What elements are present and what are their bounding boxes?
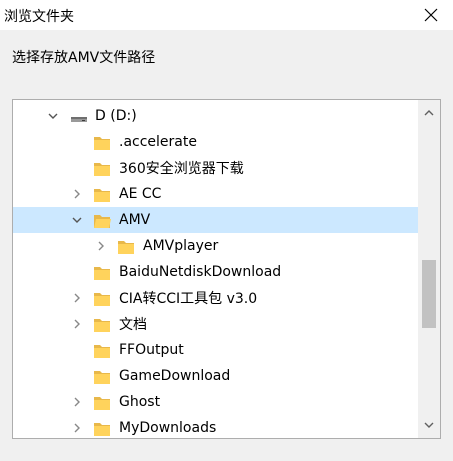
tree-item-360-download[interactable]: 360安全浏览器下载 <box>13 155 418 181</box>
dialog-prompt: 选择存放AMV文件路径 <box>12 50 156 66</box>
close-icon <box>424 8 438 22</box>
tree-item-gamedownload[interactable]: GameDownload <box>13 363 418 389</box>
close-button[interactable] <box>409 0 453 30</box>
folder-icon <box>117 237 135 255</box>
folder-icon <box>93 159 111 177</box>
folder-icon <box>93 133 111 151</box>
folder-open-icon <box>93 211 111 229</box>
folder-icon <box>93 185 111 203</box>
tree-item-label: BaiduNetdiskDownload <box>119 264 282 280</box>
tree-item-label: FFOutput <box>119 342 184 358</box>
chevron-down-icon[interactable] <box>71 214 83 226</box>
tree-item-ae-cc[interactable]: AE CC <box>13 181 418 207</box>
tree-item-documents[interactable]: 文档 <box>13 311 418 337</box>
drive-icon <box>69 108 87 126</box>
chevron-up-icon <box>424 110 434 116</box>
folder-icon <box>93 289 111 307</box>
tree-item-label: 文档 <box>119 317 147 333</box>
tree-item-label: MyDownloads <box>119 420 217 436</box>
tree-item-label: .accelerate <box>119 134 197 150</box>
title-bar: 浏览文件夹 <box>0 0 453 30</box>
tree-item-drive-d[interactable]: D (D:) <box>13 103 418 129</box>
browse-folder-dialog: 浏览文件夹 选择存放AMV文件路径 D (D:) .accelerate 360… <box>0 0 453 461</box>
chevron-right-icon[interactable] <box>71 188 83 200</box>
scrollbar-thumb[interactable] <box>422 260 436 328</box>
window-title: 浏览文件夹 <box>4 9 74 25</box>
tree-item-cia-cci-tools[interactable]: CIA转CCI工具包 v3.0 <box>13 285 418 311</box>
tree-item-mydownloads[interactable]: MyDownloads <box>13 415 418 438</box>
tree-item-accelerate[interactable]: .accelerate <box>13 129 418 155</box>
scroll-up-button[interactable] <box>418 104 440 122</box>
folder-icon <box>93 367 111 385</box>
folder-icon <box>93 263 111 281</box>
tree-item-ghost[interactable]: Ghost <box>13 389 418 415</box>
tree-item-baidunetdiskdownload[interactable]: BaiduNetdiskDownload <box>13 259 418 285</box>
tree-item-label: Ghost <box>119 394 161 410</box>
folder-icon <box>93 393 111 411</box>
scroll-down-button[interactable] <box>418 416 440 434</box>
chevron-down-icon[interactable] <box>47 110 59 122</box>
chevron-down-icon <box>424 422 434 428</box>
chevron-right-icon[interactable] <box>71 396 83 408</box>
tree-item-label: CIA转CCI工具包 v3.0 <box>119 291 258 307</box>
chevron-right-icon[interactable] <box>71 422 83 434</box>
tree-item-label: AE CC <box>119 186 162 202</box>
tree-item-label: AMV <box>119 212 151 228</box>
folder-icon <box>93 315 111 333</box>
vertical-scrollbar[interactable] <box>418 100 440 438</box>
chevron-right-icon[interactable] <box>95 240 107 252</box>
folder-icon <box>93 419 111 437</box>
chevron-right-icon[interactable] <box>71 318 83 330</box>
folder-icon <box>93 341 111 359</box>
tree-item-label: D (D:) <box>95 108 137 124</box>
tree-item-label: AMVplayer <box>143 238 219 254</box>
folder-tree[interactable]: D (D:) .accelerate 360安全浏览器下载 AE CC AMV … <box>12 99 441 439</box>
tree-item-amvplayer[interactable]: AMVplayer <box>13 233 418 259</box>
chevron-right-icon[interactable] <box>71 292 83 304</box>
tree-item-ffoutput[interactable]: FFOutput <box>13 337 418 363</box>
tree-item-label: GameDownload <box>119 368 231 384</box>
tree-item-label: 360安全浏览器下载 <box>119 161 244 177</box>
tree-item-amv[interactable]: AMV <box>13 207 418 233</box>
